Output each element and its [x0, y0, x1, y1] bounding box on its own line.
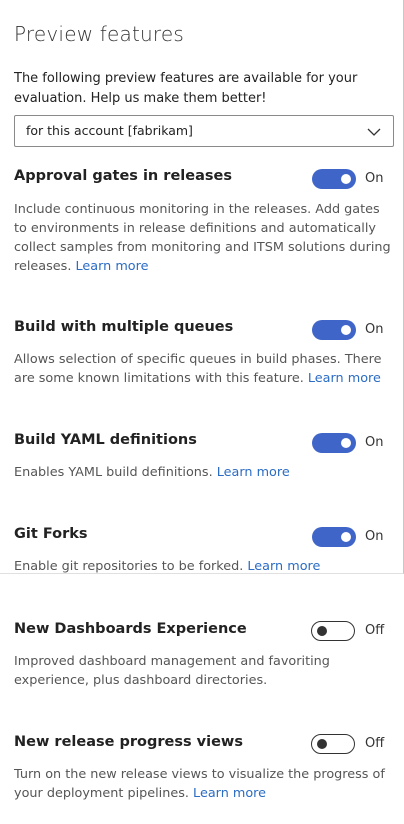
description-text: Enable git repositories to be forked. [14, 559, 244, 574]
page-title: Preview features [14, 22, 185, 46]
feature-git-forks-toggle[interactable] [312, 527, 356, 547]
learn-more-link[interactable]: Learn more [247, 559, 320, 574]
feature-approval-gates-name: Approval gates in releases [14, 168, 232, 184]
learn-more-link[interactable]: Learn more [75, 259, 148, 274]
feature-git-forks-state: On [365, 529, 384, 544]
feature-multiple-queues-name: Build with multiple queues [14, 319, 234, 335]
feature-yaml-definitions-toggle[interactable] [312, 433, 356, 453]
feature-yaml-definitions-state: On [365, 435, 384, 450]
scope-dropdown[interactable]: for this account [fabrikam] [14, 115, 394, 147]
feature-new-dashboards-toggle[interactable] [311, 621, 355, 641]
feature-release-progress-toggle[interactable] [311, 734, 355, 754]
feature-new-dashboards-name: New Dashboards Experience [14, 621, 247, 637]
feature-release-progress-state: Off [365, 736, 385, 751]
learn-more-link[interactable]: Learn more [308, 371, 381, 386]
chevron-down-icon [367, 128, 381, 136]
feature-approval-gates-toggle[interactable] [312, 169, 356, 189]
learn-more-link[interactable]: Learn more [193, 786, 266, 801]
toggle-knob [341, 174, 351, 184]
learn-more-link[interactable]: Learn more [217, 465, 290, 480]
feature-multiple-queues-state: On [365, 322, 384, 337]
feature-git-forks-description: Enable git repositories to be forked. Le… [14, 557, 394, 576]
toggle-knob [317, 738, 327, 749]
description-text: Enables YAML build definitions. [14, 465, 213, 480]
toggle-knob [341, 438, 351, 448]
feature-git-forks-name: Git Forks [14, 526, 88, 542]
description-text: Include continuous monitoring in the rel… [14, 202, 391, 274]
scope-dropdown-value: for this account [fabrikam] [26, 123, 193, 138]
feature-release-progress-name: New release progress views [14, 734, 243, 750]
feature-multiple-queues-toggle[interactable] [312, 320, 356, 340]
feature-approval-gates-description: Include continuous monitoring in the rel… [14, 200, 394, 276]
toggle-knob [317, 625, 327, 636]
feature-release-progress-description: Turn on the new release views to visuali… [14, 765, 394, 803]
toggle-knob [341, 325, 351, 335]
toggle-knob [341, 532, 351, 542]
feature-new-dashboards-description: Improved dashboard management and favori… [14, 654, 330, 688]
feature-yaml-definitions-name: Build YAML definitions [14, 432, 197, 448]
feature-yaml-definitions-description: Enables YAML build definitions. Learn mo… [14, 463, 394, 482]
feature-new-dashboards-state: Off [365, 623, 385, 638]
feature-approval-gates-state: On [365, 171, 384, 186]
intro-text: The following preview features are avail… [14, 71, 358, 106]
feature-multiple-queues-description: Allows selection of specific queues in b… [14, 350, 394, 388]
preview-features-panel: Preview features The following preview f… [0, 0, 404, 824]
